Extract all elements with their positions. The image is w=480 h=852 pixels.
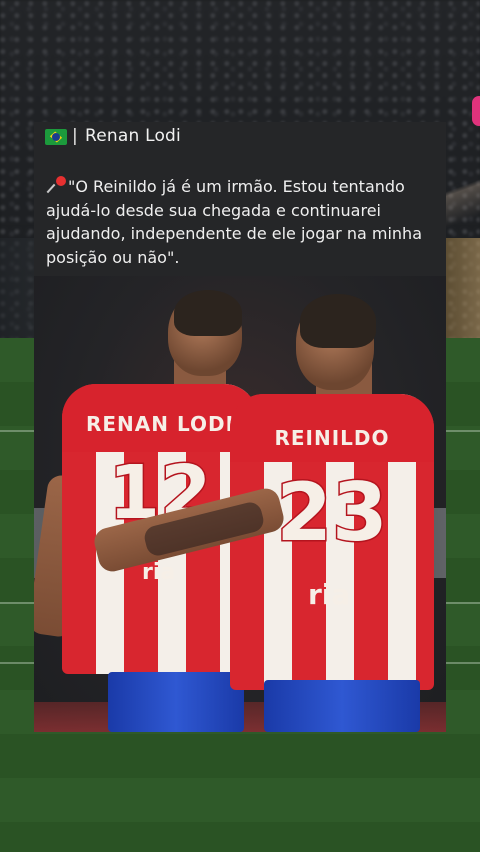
- right-player-hair: [300, 294, 376, 348]
- background-player: [440, 96, 480, 326]
- post-header: | Renan Lodi "O Reinildo já é um irmão. …: [34, 122, 446, 276]
- quote-text: "O Reinildo já é um irmão. Estou tentand…: [46, 177, 422, 267]
- pink-marker: [472, 96, 480, 126]
- author-name: Renan Lodi: [85, 126, 181, 146]
- players-photo: RENAN LODI 12 ria REINILDO 23 ria: [34, 276, 446, 732]
- right-player: REINILDO 23 ria: [34, 276, 446, 732]
- right-player-shorts: [264, 680, 420, 732]
- post-card: | Renan Lodi "O Reinildo já é um irmão. …: [34, 122, 446, 732]
- right-jersey-name: REINILDO: [274, 426, 390, 450]
- right-jersey-sponsor: ria: [308, 578, 351, 611]
- brazil-flag-icon: [45, 129, 67, 145]
- right-player-shirt: REINILDO 23 ria: [230, 394, 434, 690]
- round-pushpin-icon: [46, 175, 68, 195]
- header-separator: |: [72, 126, 78, 146]
- post-quote: "O Reinildo já é um irmão. Estou tentand…: [46, 175, 438, 269]
